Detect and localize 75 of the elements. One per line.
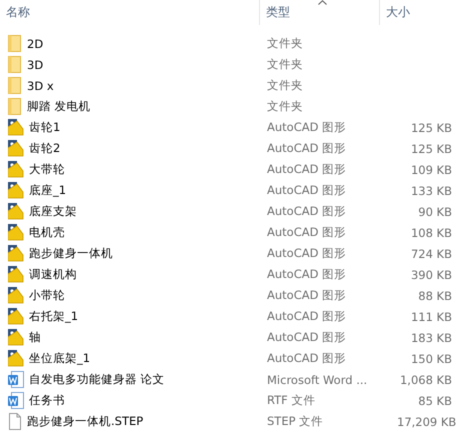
file-size: 125 KB: [410, 120, 452, 134]
drawing-file-icon: [8, 203, 24, 220]
file-type: 文件夹: [267, 99, 304, 114]
file-name[interactable]: 自发电多功能健身器 论文: [29, 372, 165, 387]
file-name[interactable]: 2D: [27, 36, 44, 50]
file-type: 文件夹: [267, 78, 304, 93]
file-size: 724 KB: [410, 246, 452, 260]
file-size: 133 KB: [410, 184, 452, 198]
file-type: AutoCAD 图形: [267, 288, 348, 303]
folder-icon: [8, 98, 22, 115]
file-type: AutoCAD 图形: [267, 330, 348, 345]
column-header[interactable]: 名称: [0, 0, 260, 25]
file-size: 90 KB: [418, 204, 452, 218]
drawing-file-icon: [8, 266, 24, 283]
drawing-file-icon: [8, 287, 24, 304]
file-type: AutoCAD 图形: [267, 351, 348, 366]
drawing-file-icon: [8, 119, 24, 136]
word-document-icon: [8, 392, 24, 409]
file-icon: [8, 413, 22, 430]
file-name[interactable]: 电机壳: [29, 225, 65, 240]
file-name[interactable]: 齿轮1: [29, 120, 60, 135]
file-type: STEP 文件: [267, 414, 324, 429]
file-name[interactable]: 3D: [27, 58, 44, 72]
file-name[interactable]: 轴: [29, 330, 41, 345]
file-name[interactable]: 3D x: [27, 78, 54, 92]
file-type: 文件夹: [267, 36, 304, 51]
file-name[interactable]: 坐位底架_1: [29, 351, 90, 366]
file-type: AutoCAD 图形: [267, 246, 348, 261]
file-name[interactable]: 任务书: [29, 393, 65, 408]
file-name[interactable]: 小带轮: [29, 288, 65, 303]
file-size: 125 KB: [410, 142, 452, 156]
file-size: 390 KB: [410, 268, 452, 282]
folder-icon: [8, 35, 22, 52]
column-header[interactable]: 大小: [380, 0, 457, 25]
folder-icon: [8, 77, 22, 94]
file-type: 文件夹: [267, 57, 304, 72]
file-name[interactable]: 跑步健身一体机.STEP: [27, 414, 144, 429]
drawing-file-icon: [8, 161, 24, 178]
file-size: 17,209 KB: [397, 414, 456, 428]
drawing-file-icon: [8, 329, 24, 346]
file-name[interactable]: 底座_1: [29, 183, 66, 198]
file-type: AutoCAD 图形: [267, 120, 348, 135]
file-size: 108 KB: [410, 226, 452, 240]
file-name[interactable]: 右托架_1: [29, 309, 78, 324]
file-type: AutoCAD 图形: [267, 183, 348, 198]
column-header[interactable]: 类型: [260, 0, 380, 25]
file-name[interactable]: 跑步健身一体机: [29, 246, 113, 261]
drawing-file-icon: [8, 308, 24, 325]
drawing-file-icon: [8, 140, 24, 157]
file-type: Microsoft Word ...: [267, 372, 368, 386]
drawing-file-icon: [8, 182, 24, 199]
file-size: 1,068 KB: [400, 372, 452, 386]
drawing-file-icon: [8, 224, 24, 241]
file-type: AutoCAD 图形: [267, 141, 348, 156]
file-size: 150 KB: [410, 352, 452, 366]
file-name[interactable]: 大带轮: [29, 162, 65, 177]
file-size: 183 KB: [410, 330, 452, 344]
file-size: 85 KB: [418, 394, 452, 408]
file-name[interactable]: 调速机构: [29, 267, 77, 282]
drawing-file-icon: [8, 350, 24, 367]
file-type: AutoCAD 图形: [267, 204, 348, 219]
folder-icon: [8, 56, 22, 73]
file-name[interactable]: 脚踏 发电机: [27, 99, 91, 114]
file-type: RTF 文件: [267, 393, 316, 408]
word-document-icon: [8, 371, 24, 388]
file-type: AutoCAD 图形: [267, 267, 348, 282]
file-type: AutoCAD 图形: [267, 225, 348, 240]
file-size: 109 KB: [410, 162, 452, 176]
file-type: AutoCAD 图形: [267, 309, 348, 324]
file-type: AutoCAD 图形: [267, 162, 348, 177]
file-name[interactable]: 齿轮2: [29, 141, 60, 156]
file-size: 88 KB: [418, 288, 452, 302]
drawing-file-icon: [8, 245, 24, 262]
file-size: 111 KB: [410, 310, 452, 324]
file-name[interactable]: 底座支架: [29, 204, 77, 219]
